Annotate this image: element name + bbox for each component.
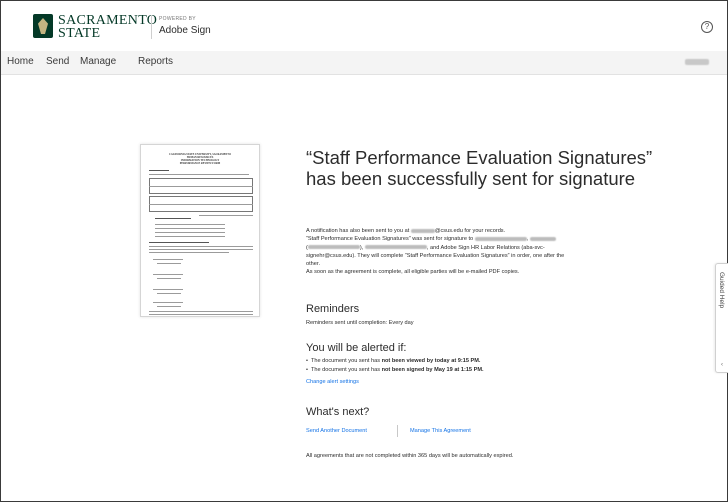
expiry-notice: All agreements that are not completed wi… [306, 453, 514, 459]
notice-text: @csus.edu for your records. [434, 228, 506, 234]
alert-item: • The document you sent has not been vie… [306, 358, 481, 364]
reminders-heading: Reminders [306, 303, 360, 315]
nav-home[interactable]: Home [7, 56, 34, 67]
doc-line [155, 218, 191, 219]
doc-line [149, 170, 169, 171]
alert-text: The document you sent has [310, 367, 381, 373]
nav-reports[interactable]: Reports [138, 56, 173, 67]
header-divider [151, 15, 152, 39]
alert-text-bold: not been viewed by today at 9:15 PM. [381, 358, 481, 364]
nav-send[interactable]: Send [46, 56, 69, 67]
doc-line [157, 293, 181, 294]
document-thumbnail: CALIFORNIA STATE UNIVERSITY, SACRAMENTO … [140, 144, 260, 317]
brand-wordmark[interactable]: SACRAMENTO STATE [58, 14, 157, 41]
redacted-recipient [307, 245, 360, 250]
app-frame: SACRAMENTO STATE POWERED BY Adobe Sign ?… [0, 0, 728, 502]
doc-line [157, 263, 181, 264]
notice-line: As soon as the agreement is complete, al… [306, 269, 520, 276]
doc-line [153, 259, 183, 260]
doc-line [155, 228, 225, 229]
doc-line [199, 215, 253, 216]
doc-line [149, 311, 253, 312]
alerts-heading: You will be alerted if: [306, 342, 407, 354]
notice-text: A notification has also been sent to you… [306, 228, 410, 234]
doc-line [153, 289, 183, 290]
reminders-text: Reminders sent until completion: Every d… [306, 320, 414, 326]
doc-line [153, 302, 183, 303]
doc-line [149, 242, 209, 243]
doc-line [149, 249, 253, 250]
alert-item: • The document you sent has not been sig… [306, 367, 484, 373]
notice-line: signehr@csus.edu). They will complete “S… [306, 252, 565, 259]
doc-line [155, 224, 225, 225]
main-nav: Home Send Manage Reports [1, 51, 727, 75]
chevron-left-icon: ‹ [721, 362, 723, 368]
notice-line: (), , and Adobe Sign HR Labor Relations … [306, 244, 545, 251]
page-title: “Staff Performance Evaluation Signatures… [306, 147, 653, 189]
alert-text: The document you sent has [310, 358, 381, 364]
brand-line-2: STATE [58, 26, 101, 41]
doc-line [157, 278, 181, 279]
document-header-line: PERFORMANCE REVIEW FORM [179, 162, 221, 165]
send-another-document-link[interactable]: Send Another Document [306, 428, 367, 434]
notice-text: , and Adobe Sign HR Labor Relations (aba… [426, 244, 545, 251]
manage-agreement-link[interactable]: Manage This Agreement [410, 428, 471, 434]
alert-text-bold: not been signed by May 19 at 1:15 PM. [381, 367, 484, 373]
redacted-recipient [529, 236, 556, 241]
doc-line [149, 174, 249, 175]
redacted-email [410, 228, 435, 233]
redacted-recipient [364, 245, 427, 250]
help-icon[interactable]: ? [701, 21, 713, 33]
document-header: CALIFORNIA STATE UNIVERSITY, SACRAMENTO … [141, 153, 259, 165]
notice-line: other. [306, 261, 320, 268]
doc-line [149, 252, 229, 253]
nav-manage[interactable]: Manage [80, 56, 116, 67]
adobe-sign-product-label: Adobe Sign [159, 25, 211, 36]
doc-line [149, 246, 253, 247]
doc-line [155, 236, 225, 237]
notification-text: A notification has also been sent to you… [306, 227, 666, 277]
doc-line [153, 274, 183, 275]
doc-line [157, 306, 181, 307]
top-bar: SACRAMENTO STATE POWERED BY Adobe Sign ? [1, 1, 727, 51]
redacted-recipient [474, 236, 527, 241]
doc-line [149, 186, 253, 187]
notice-line: “Staff Performance Evaluation Signatures… [306, 235, 666, 243]
doc-line [155, 232, 225, 233]
guided-help-label: Guided Help [718, 272, 725, 309]
doc-line [149, 314, 253, 315]
notice-text: “Staff Performance Evaluation Signatures… [306, 236, 474, 243]
powered-by-label: POWERED BY [159, 16, 196, 22]
notice-line: A notification has also been sent to you… [306, 227, 666, 235]
doc-line [149, 204, 253, 205]
guided-help-tab[interactable]: Guided Help ‹ [715, 263, 728, 373]
sac-state-logo-icon[interactable] [33, 14, 53, 38]
user-name-redacted[interactable] [685, 59, 709, 65]
link-separator [397, 425, 398, 437]
change-alert-settings-link[interactable]: Change alert settings [306, 379, 359, 385]
whats-next-heading: What's next? [306, 406, 370, 418]
